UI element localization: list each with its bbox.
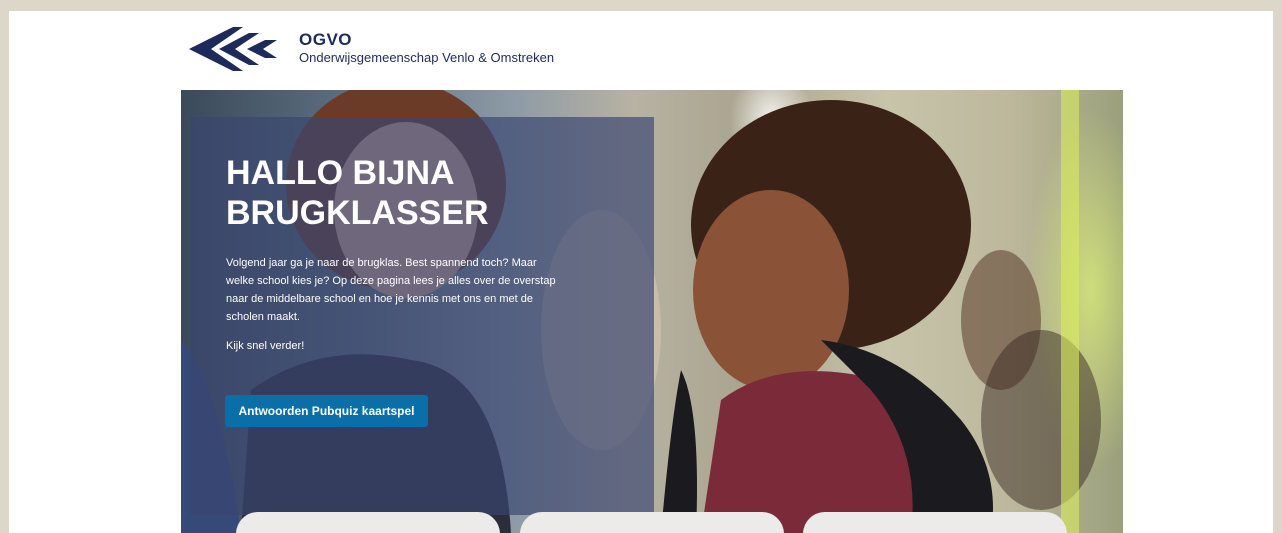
hero-cta-text: Kijk snel verder!	[226, 340, 305, 352]
brand-subtitle: Onderwijsgemeenschap Venlo & Omstreken	[299, 50, 555, 65]
hero-intro: Volgend jaar ga je naar de brugklas. Bes…	[226, 257, 556, 323]
card-2[interactable]	[520, 512, 784, 533]
brand-name: OGVO	[299, 30, 353, 49]
hero-banner: HALLO BIJNA BRUGKLASSER Volgend jaar ga …	[181, 90, 1123, 533]
card-3[interactable]	[803, 512, 1067, 533]
site-header: OGVO Onderwijsgemeenschap Venlo & Omstre…	[9, 11, 1273, 90]
chevron-arrows-logo-icon[interactable]	[189, 27, 277, 71]
brand-block[interactable]: OGVO Onderwijsgemeenschap Venlo & Omstre…	[299, 31, 554, 66]
card-1[interactable]	[236, 512, 500, 533]
page: OGVO Onderwijsgemeenschap Venlo & Omstre…	[9, 11, 1273, 533]
pubquiz-answers-button[interactable]: Antwoorden Pubquiz kaartspel	[225, 395, 428, 427]
cards-row	[181, 512, 1123, 533]
hero-title: HALLO BIJNA BRUGKLASSER	[226, 154, 489, 232]
